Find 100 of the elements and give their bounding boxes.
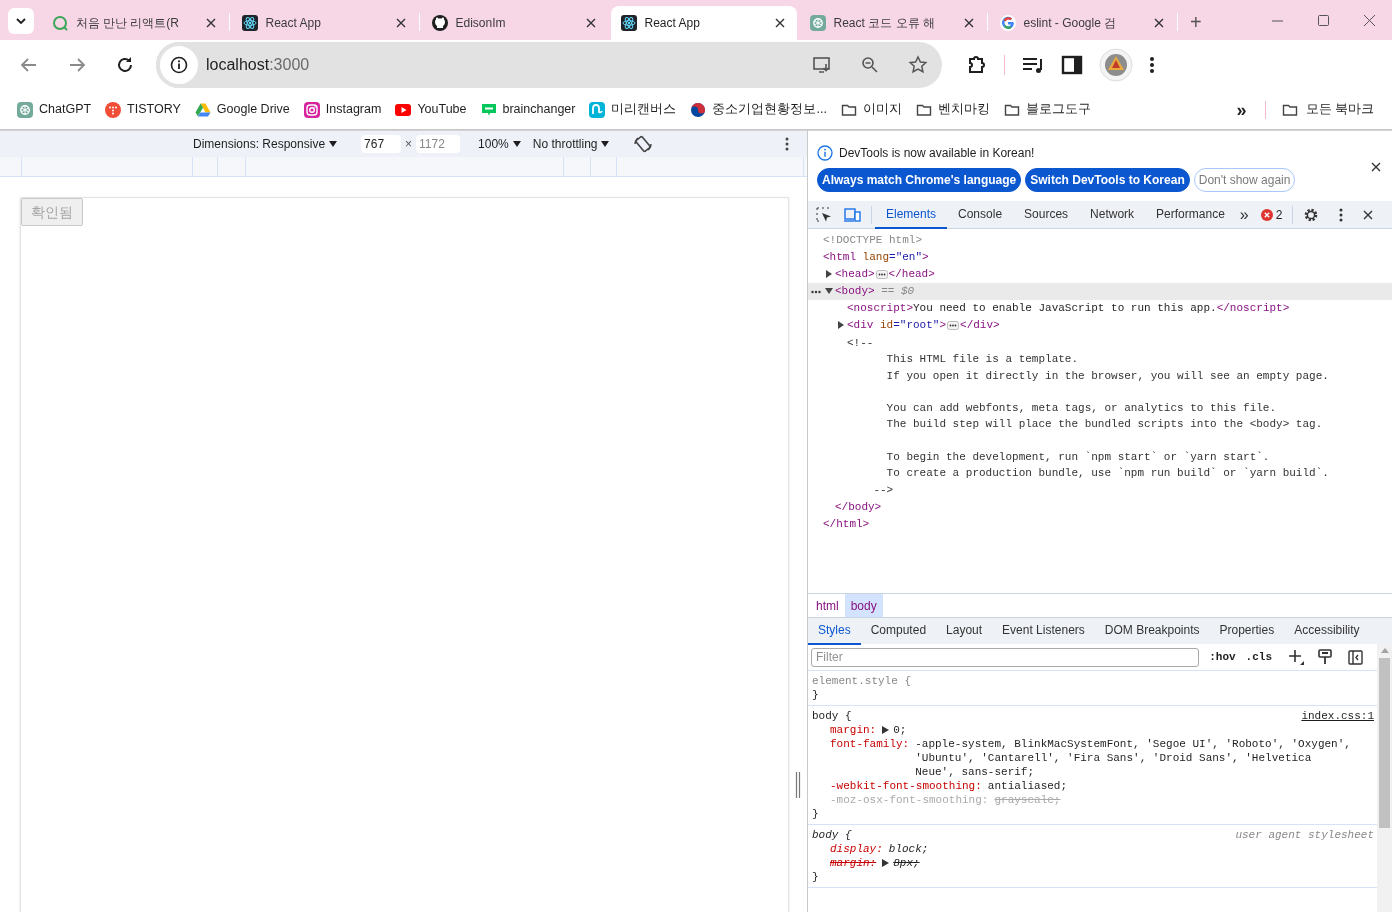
css-property-name[interactable]: margin:	[830, 856, 877, 870]
browser-tab[interactable]: React App	[231, 6, 418, 40]
code-line[interactable]: </body>	[835, 499, 882, 516]
bookmark[interactable]: TISTORY	[98, 95, 188, 124]
more-tabs-button[interactable]: »	[1235, 206, 1253, 223]
css-property-value[interactable]: antialiased;	[987, 779, 1088, 793]
paint-roller-icon[interactable]	[1318, 649, 1332, 665]
sidebar-tab[interactable]: Computed	[860, 617, 937, 645]
address-bar[interactable]: localhost:3000	[156, 42, 942, 88]
reload-icon[interactable]	[115, 55, 135, 75]
rotate-icon[interactable]	[633, 134, 654, 154]
maximize-icon[interactable]	[1315, 13, 1331, 27]
avatar-icon[interactable]	[1099, 48, 1133, 82]
ellipsis-icon[interactable]	[947, 321, 960, 330]
css-selector[interactable]: element.style {	[812, 674, 912, 688]
new-tab-button[interactable]: +	[1186, 12, 1206, 32]
dimensions-dropdown[interactable]: Dimensions: Responsive	[193, 135, 338, 153]
device-toggle-icon[interactable]	[844, 206, 861, 223]
browser-tab[interactable]: React App	[610, 6, 797, 40]
css-property-name[interactable]: margin:	[830, 723, 877, 737]
css-selector[interactable]: body {	[812, 828, 852, 842]
code-line[interactable]: </div>	[960, 317, 1000, 334]
sidebar-tab[interactable]: Layout	[936, 617, 993, 645]
tab-search-button[interactable]	[8, 8, 34, 34]
sidebar-tab[interactable]: Properties	[1209, 617, 1285, 645]
triangle-right-icon[interactable]	[882, 726, 890, 734]
bookmark[interactable]: YouTube	[388, 95, 474, 124]
more-menu-icon[interactable]	[1149, 56, 1155, 74]
browser-tab[interactable]: eslint - Google 검	[989, 6, 1176, 40]
width-field[interactable]: 767	[361, 135, 402, 153]
plus-icon[interactable]	[1288, 649, 1304, 665]
css-property-value[interactable]: -apple-system, BlinkMacSystemFont, 'Segoe UI', 'Roboto', 'Oxygen', 'Ubuntu', 'Cantarell', 'Fira Sans', 'Droid Sans', 'Helvetica Neue', sans-serif;	[915, 737, 1373, 779]
infobar-button[interactable]: Don't show again	[1193, 168, 1296, 192]
resize-handle-icon[interactable]	[795, 772, 801, 798]
style-toggle[interactable]: :hov	[1209, 648, 1236, 666]
triangle-right-icon[interactable]	[837, 321, 845, 329]
filter-field[interactable]: Filter	[811, 647, 1200, 667]
all-bookmarks[interactable]: 모든 북마크	[1275, 100, 1380, 119]
scrollbar[interactable]	[1377, 644, 1392, 912]
bookmark[interactable]: 벤치마킹	[908, 95, 997, 124]
style-toggle[interactable]: .cls	[1245, 648, 1272, 666]
code-line[interactable]: <head>	[835, 266, 875, 283]
bookmark[interactable]: 중소기업현황정보...	[683, 95, 834, 124]
zoom-dropdown[interactable]: 100%	[478, 135, 521, 153]
code-line[interactable]: <body> == $0	[835, 283, 915, 300]
bookmark[interactable]: brainchanger	[473, 95, 583, 124]
devtools-tab[interactable]: Performance	[1145, 200, 1236, 229]
puzzle-piece-icon[interactable]	[966, 54, 988, 76]
throttling-dropdown[interactable]: No throttling	[532, 135, 610, 153]
code-line[interactable]: <noscript>You need to enable JavaScript to run this app.</noscript>	[847, 300, 1290, 317]
browser-tab[interactable]: EdisonIm	[421, 6, 608, 40]
devtools-tab[interactable]: Network	[1079, 200, 1146, 229]
bookmark[interactable]: ChatGPT	[10, 95, 99, 124]
triangle-right-icon[interactable]	[882, 859, 890, 867]
code-line[interactable]: <!DOCTYPE html>	[823, 232, 923, 249]
infobar-button[interactable]: Always match Chrome's language	[817, 168, 1022, 192]
sidebar-tab[interactable]: Event Listeners	[992, 617, 1095, 645]
triangle-right-icon[interactable]	[825, 270, 833, 278]
infobar-button[interactable]: Switch DevTools to Korean	[1025, 168, 1190, 192]
bookmark[interactable]: 미리캔버스	[582, 95, 684, 124]
css-property-value[interactable]: block;	[888, 842, 949, 856]
error-counter[interactable]: 2	[1260, 205, 1283, 224]
ellipsis-icon[interactable]	[811, 290, 821, 294]
browser-tab[interactable]: React 코드 오류 해	[799, 6, 986, 40]
css-selector[interactable]: body {	[812, 709, 852, 723]
zoom-out-icon[interactable]	[860, 55, 880, 75]
selected-node-row[interactable]: <body> == $0	[808, 283, 1392, 300]
more-bookmarks-button[interactable]: »	[1228, 100, 1255, 119]
code-line[interactable]: <div id="root">	[847, 317, 947, 334]
bookmark[interactable]: 이미지	[833, 95, 909, 124]
code-line[interactable]: </head>	[888, 266, 935, 283]
info-icon[interactable]	[170, 56, 188, 74]
css-property-value[interactable]: 8px;	[893, 856, 940, 870]
devtools-tab[interactable]: Sources	[1013, 200, 1080, 229]
bookmark[interactable]: Instagram	[296, 95, 389, 124]
devtools-tab[interactable]: Elements	[875, 200, 948, 229]
bookmark[interactable]: Google Drive	[187, 95, 297, 124]
css-property-value[interactable]: 0;	[893, 723, 927, 737]
breadcrumb[interactable]: body	[844, 594, 883, 617]
browser-tab[interactable]: 처음 만난 리액트(R	[41, 6, 228, 40]
star-icon[interactable]	[908, 55, 928, 75]
code-line[interactable]: <html lang="en">	[823, 249, 929, 266]
sidebar-tab[interactable]: DOM Breakpoints	[1094, 617, 1210, 645]
more-menu-icon[interactable]	[785, 137, 789, 151]
code-line[interactable]: </html>	[823, 516, 870, 533]
inspect-element-icon[interactable]	[816, 206, 832, 223]
height-field[interactable]: 1172	[416, 135, 461, 153]
settings-icon[interactable]	[1303, 206, 1320, 223]
css-property-name[interactable]: display:	[830, 842, 883, 856]
close-icon[interactable]	[1369, 160, 1383, 174]
breadcrumb[interactable]: html	[810, 594, 845, 617]
monitor-download-icon[interactable]	[812, 55, 832, 75]
css-property-name[interactable]: font-family:	[830, 737, 910, 751]
close-icon[interactable]	[1361, 13, 1377, 27]
sidebar-tab[interactable]: Accessibility	[1284, 617, 1370, 645]
source-link[interactable]: index.css:1	[1301, 709, 1374, 723]
triangle-down-icon[interactable]	[825, 287, 833, 295]
bookmark[interactable]: 블로그도구	[996, 95, 1098, 124]
side-panel-icon[interactable]	[1061, 55, 1083, 75]
sidebar-tab[interactable]: Styles	[808, 617, 861, 645]
